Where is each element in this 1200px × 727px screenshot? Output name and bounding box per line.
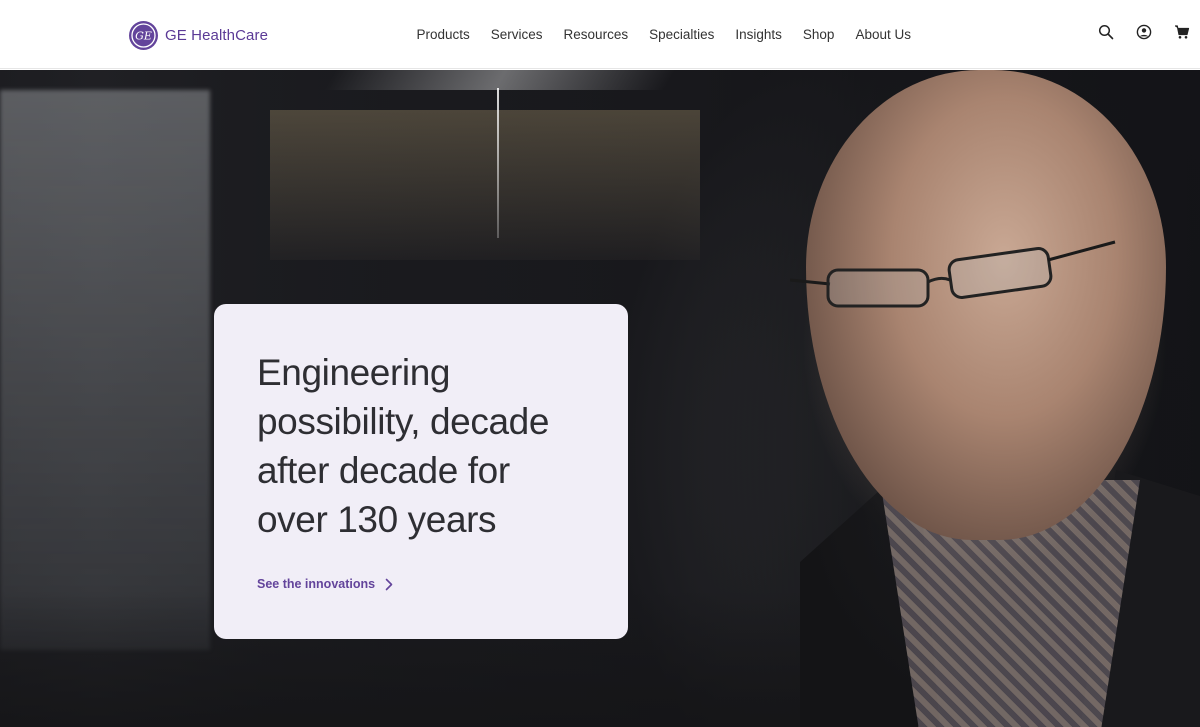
hero-background-office (270, 110, 700, 260)
site-header: GE GE HealthCare Products Services Resou… (0, 0, 1200, 69)
nav-item-products[interactable]: Products (406, 25, 480, 45)
see-innovations-link[interactable]: See the innovations (257, 577, 393, 591)
hero-card: Engineering possibility, decade after de… (214, 304, 628, 639)
chevron-right-icon (385, 578, 393, 590)
hero-glass-beam (497, 88, 499, 238)
cart-icon (1175, 25, 1190, 39)
brand-name: GE HealthCare (165, 26, 269, 44)
search-icon (1098, 24, 1114, 40)
nav-item-shop[interactable]: Shop (792, 25, 845, 45)
search-button[interactable] (1096, 22, 1116, 42)
ge-monogram-logo: GE (129, 20, 158, 50)
hero-glass-edge (324, 70, 676, 90)
account-button[interactable] (1134, 22, 1154, 42)
hero-headline: Engineering possibility, decade after de… (257, 352, 549, 540)
nav-item-services[interactable]: Services (480, 25, 553, 45)
hero-banner: Engineering possibility, decade after de… (0, 70, 1200, 727)
nav-item-about-us[interactable]: About Us (845, 25, 922, 45)
hero-person-glasses (790, 240, 1116, 308)
header-tools (1096, 22, 1192, 42)
cart-button[interactable] (1172, 22, 1192, 42)
nav-item-insights[interactable]: Insights (725, 25, 793, 45)
main-nav: Products Services Resources Specialties … (406, 25, 921, 45)
ge-monogram-icon: GE (131, 22, 156, 48)
see-innovations-label: See the innovations (257, 577, 376, 591)
svg-text:GE: GE (135, 29, 152, 42)
hero-background-window (0, 90, 210, 650)
nav-item-resources[interactable]: Resources (553, 25, 639, 45)
nav-item-specialties[interactable]: Specialties (639, 25, 725, 45)
brand-logo-link[interactable]: GE GE HealthCare (129, 20, 268, 50)
user-icon (1136, 24, 1152, 40)
